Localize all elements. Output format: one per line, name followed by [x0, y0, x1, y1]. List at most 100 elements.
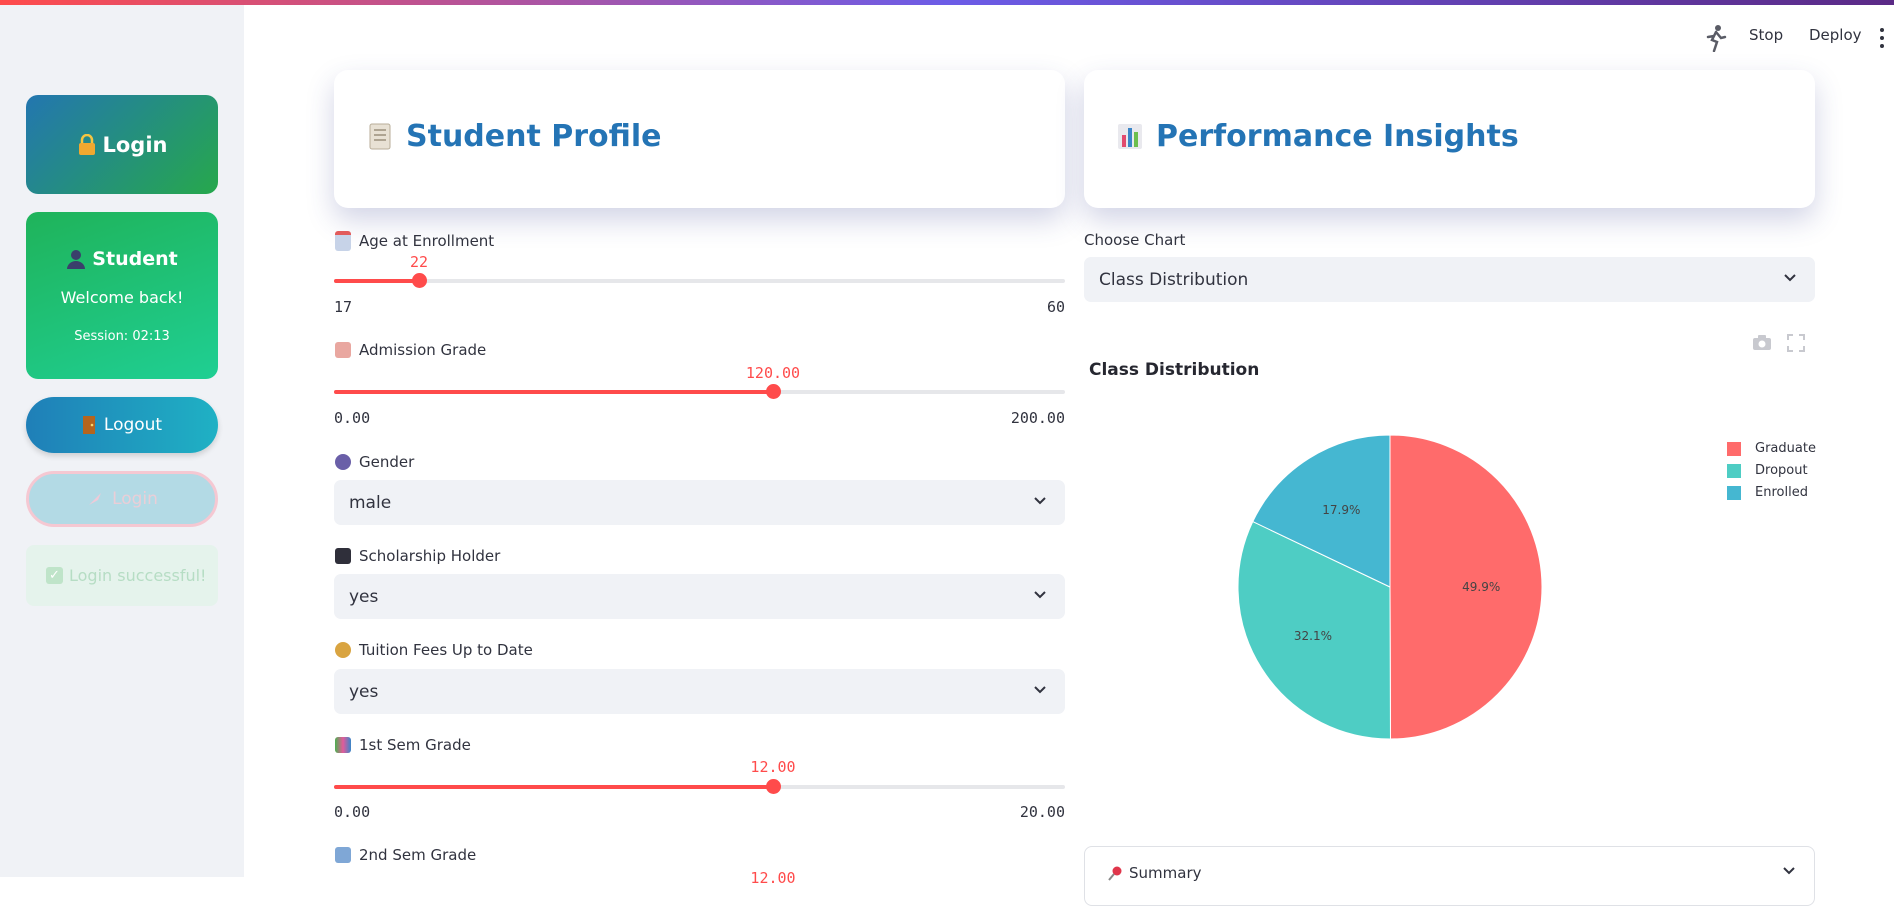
login-button-label: Login [112, 489, 158, 509]
chart-title: Class Distribution [1089, 360, 1260, 380]
admission-label: Admission Grade [335, 341, 486, 359]
scholarship-selected: yes [349, 586, 379, 607]
memo-icon [335, 342, 351, 358]
scholarship-select[interactable]: yes [334, 574, 1065, 619]
top-accent-bar [0, 0, 1894, 5]
logout-button[interactable]: Logout [26, 397, 218, 453]
age-slider-fill [334, 279, 419, 283]
chevron-down-icon [1784, 274, 1796, 282]
tuition-select[interactable]: yes [334, 669, 1065, 714]
sidebar: Login Student Welcome back! Session: 02:… [0, 5, 244, 877]
bar-chart-icon [1118, 124, 1142, 149]
camera-icon[interactable] [1752, 334, 1772, 352]
age-min: 17 [334, 298, 353, 316]
admission-label-text: Admission Grade [359, 341, 487, 359]
page-title: Student Profile [406, 118, 662, 154]
login-button[interactable]: Login [26, 471, 218, 527]
gender-label: Gender [335, 453, 414, 471]
welcome-text: Welcome back! [60, 287, 184, 307]
legend-label: Dropout [1755, 463, 1808, 478]
rocket-icon [89, 493, 102, 505]
calendar-icon [335, 231, 351, 251]
door-icon [82, 416, 95, 434]
deploy-button[interactable]: Deploy [1809, 26, 1862, 50]
legend-swatch [1727, 485, 1741, 500]
age-max: 60 [1046, 298, 1065, 316]
gender-selected: male [349, 492, 392, 513]
section-title: Performance Insights [1156, 118, 1519, 154]
user-icon [67, 249, 86, 269]
books-icon [335, 737, 351, 753]
legend-swatch [1727, 441, 1741, 456]
student-profile-header: Student Profile [334, 70, 1065, 208]
tuition-selected: yes [349, 681, 379, 702]
check-icon: ✓ [46, 567, 63, 584]
age-slider-value: 22 [409, 253, 429, 271]
sem1-slider-fill [334, 785, 773, 789]
age-slider-thumb[interactable] [411, 273, 427, 288]
tuition-label: Tuition Fees Up to Date [335, 641, 533, 659]
age-slider[interactable] [334, 273, 1065, 288]
performance-insights-header: Performance Insights [1084, 70, 1815, 208]
pie-label-graduate: 49.9% [1462, 580, 1500, 594]
legend-swatch [1727, 463, 1741, 478]
legend-label: Graduate [1755, 441, 1816, 456]
gender-select[interactable]: male [334, 480, 1065, 525]
age-label-text: Age at Enrollment [359, 232, 495, 250]
session-timer: Session: 02:13 [74, 328, 170, 344]
chart-select[interactable]: Class Distribution [1084, 257, 1815, 302]
sem2-label: 2nd Sem Grade [335, 846, 476, 864]
age-label: Age at Enrollment [335, 231, 494, 251]
student-title: Student [92, 247, 178, 270]
choose-chart-label: Choose Chart [1084, 231, 1186, 249]
sem2-label-text: 2nd Sem Grade [359, 846, 477, 864]
admission-slider[interactable] [334, 384, 1065, 399]
admission-slider-thumb[interactable] [765, 384, 781, 399]
sem1-label-text: 1st Sem Grade [359, 736, 471, 754]
tuition-label-text: Tuition Fees Up to Date [359, 641, 533, 659]
graduation-cap-icon [335, 548, 351, 564]
summary-label: Summary [1107, 864, 1202, 882]
login-card[interactable]: Login [26, 95, 218, 194]
legend-item-graduate[interactable]: Graduate [1727, 441, 1816, 456]
scholarship-label-text: Scholarship Holder [359, 547, 501, 565]
chevron-down-icon [1034, 686, 1046, 694]
running-man-icon [1706, 25, 1727, 52]
fullscreen-icon[interactable] [1787, 334, 1805, 352]
kebab-menu-icon[interactable] [1879, 28, 1885, 48]
summary-expander[interactable]: Summary [1084, 846, 1815, 906]
people-icon [335, 454, 351, 470]
admission-slider-value: 120.00 [745, 364, 801, 382]
chevron-down-icon [1783, 867, 1795, 875]
money-bag-icon [335, 642, 351, 658]
pie-chart: 49.9% 32.1% 17.9% [1237, 434, 1543, 740]
sem1-slider[interactable] [334, 779, 1065, 794]
admission-slider-fill [334, 390, 773, 394]
admission-min: 0.00 [334, 409, 371, 427]
pie-label-enrolled: 17.9% [1322, 503, 1360, 517]
sem1-label: 1st Sem Grade [335, 736, 471, 754]
sem1-slider-thumb[interactable] [765, 779, 781, 794]
sem1-slider-value: 12.00 [750, 758, 796, 776]
scholarship-label: Scholarship Holder [335, 547, 500, 565]
sem2-slider-value: 12.00 [750, 869, 796, 887]
success-message: ✓ Login successful! [26, 545, 218, 606]
pie-label-dropout: 32.1% [1294, 629, 1332, 643]
sem1-min: 0.00 [334, 803, 371, 821]
chevron-down-icon [1034, 497, 1046, 505]
success-text: Login successful! [69, 566, 207, 585]
chart-selected: Class Distribution [1099, 269, 1249, 290]
pushpin-icon [1108, 866, 1122, 881]
lock-icon [78, 133, 95, 155]
gender-label-text: Gender [359, 453, 415, 471]
legend-item-enrolled[interactable]: Enrolled [1727, 485, 1808, 500]
summary-label-text: Summary [1129, 864, 1202, 882]
legend-item-dropout[interactable]: Dropout [1727, 463, 1808, 478]
legend-label: Enrolled [1755, 485, 1808, 500]
logout-label: Logout [103, 415, 163, 435]
scroll-icon [369, 123, 391, 150]
login-card-label: Login [102, 132, 168, 157]
sem1-max: 20.00 [1019, 803, 1065, 821]
stop-button[interactable]: Stop [1749, 26, 1783, 50]
admission-max: 200.00 [1010, 409, 1065, 427]
